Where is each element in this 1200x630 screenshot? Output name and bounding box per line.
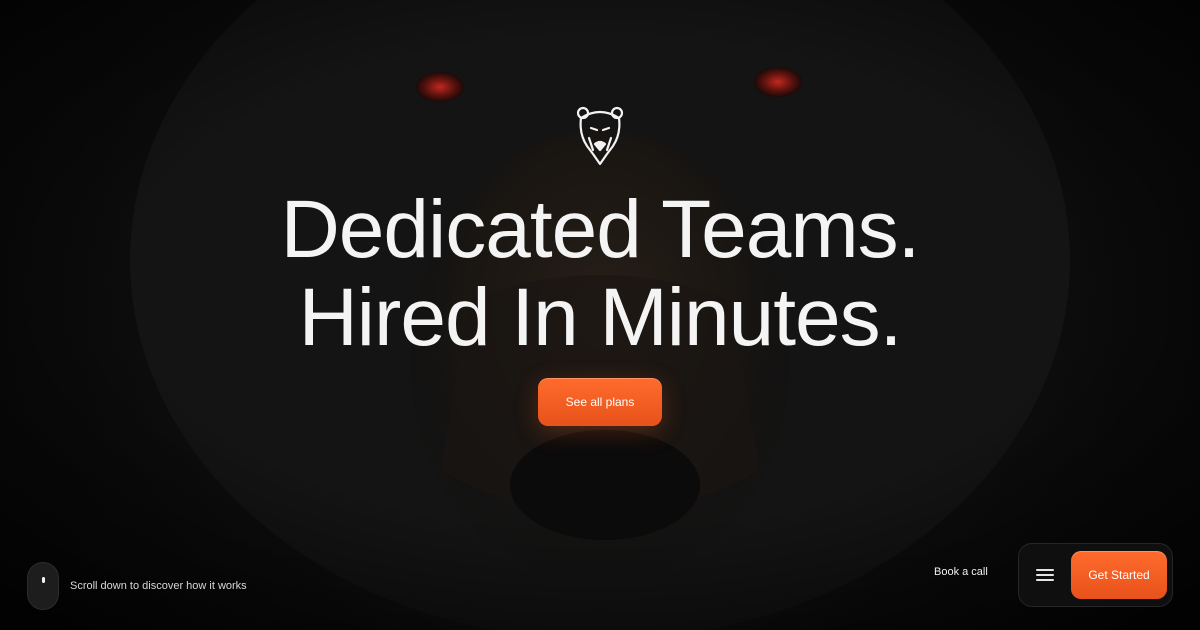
scroll-hint: Scroll down to discover how it works [27, 562, 247, 610]
mouse-scroll-icon [27, 562, 59, 610]
mouse-wheel-dot [42, 577, 45, 583]
hamburger-menu-icon [1036, 569, 1054, 581]
see-all-plans-button[interactable]: See all plans [538, 378, 662, 426]
hero-section: Dedicated Teams. Hired In Minutes. See a… [0, 0, 1200, 630]
hero-headline: Dedicated Teams. Hired In Minutes. [0, 186, 1200, 362]
book-a-call-link[interactable]: Book a call [934, 566, 988, 584]
scroll-hint-text: Scroll down to discover how it works [70, 580, 247, 592]
menu-button[interactable] [1019, 543, 1071, 607]
headline-line-1: Dedicated Teams. [280, 184, 921, 275]
bottom-nav-pill: Get Started [1018, 543, 1173, 607]
bear-head-logo-icon[interactable] [575, 104, 625, 168]
get-started-button[interactable]: Get Started [1071, 551, 1167, 599]
headline-line-2: Hired In Minutes. [298, 272, 903, 363]
